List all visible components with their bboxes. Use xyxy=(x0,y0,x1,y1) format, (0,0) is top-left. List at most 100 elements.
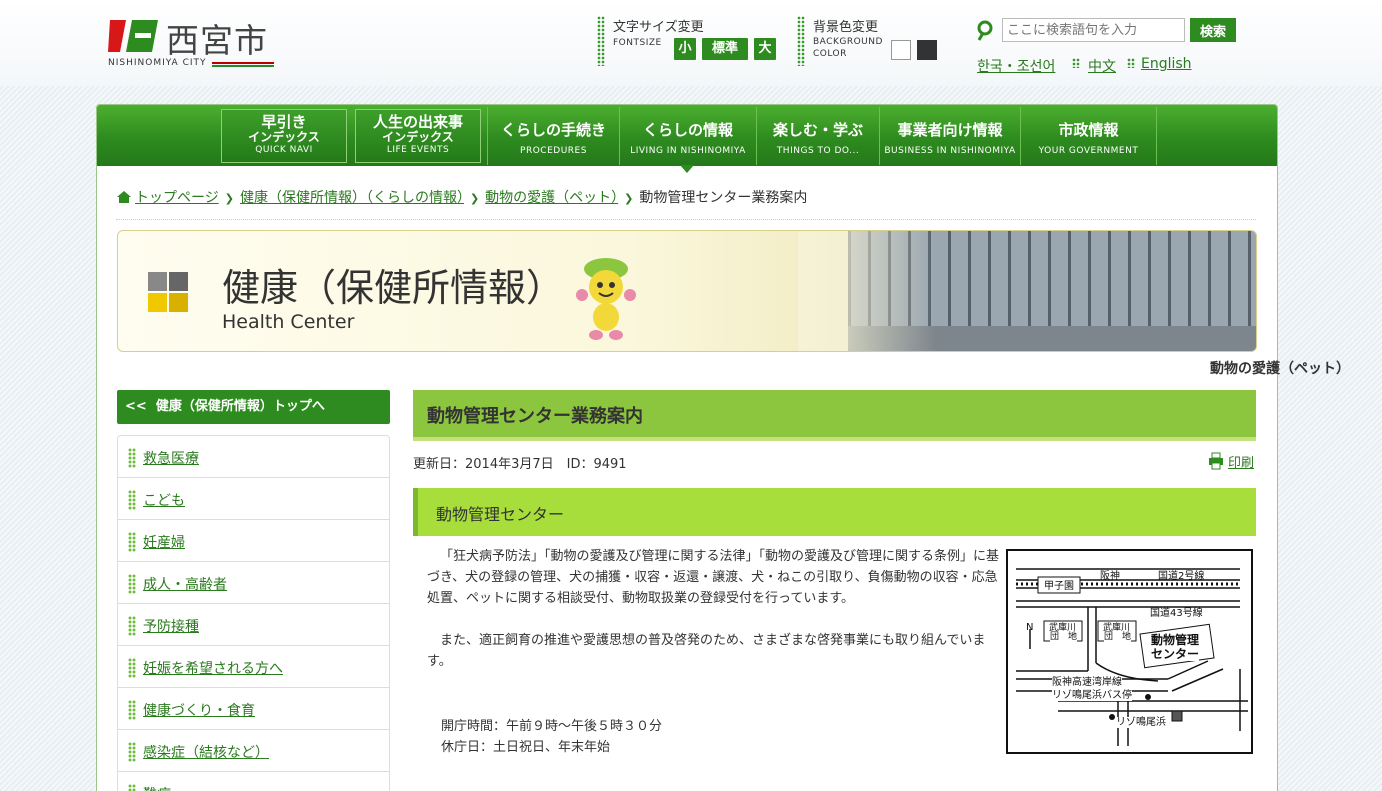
breadcrumb-home[interactable]: トップページ xyxy=(135,190,219,206)
nav-government-sub: YOUR GOVERNMENT xyxy=(1038,146,1139,156)
nav-living[interactable]: くらしの情報 LIVING IN NISHINOMIYA xyxy=(619,107,756,165)
mascot-icon xyxy=(576,258,636,340)
fontsize-large-button[interactable]: 大 xyxy=(754,38,776,60)
search-input[interactable] xyxy=(1002,18,1185,42)
breadcrumb: トップページ ❯ 健康（保健所情報）（くらしの情報） ❯ 動物の愛護（ペット） ❯ 動物管理… xyxy=(116,187,807,209)
bullet-icon xyxy=(128,616,136,636)
nav-quick-navi-label: 早引き xyxy=(261,113,307,131)
nav-living-label: くらしの情報 xyxy=(642,121,733,139)
bgcolor-sublabel-2: COLOR xyxy=(813,49,847,59)
sidebar-top-link[interactable]: << 健康（保健所情報）トップへ xyxy=(117,390,390,424)
nav-life-events[interactable]: 人生の出来事 インデックス LIFE EVENTS xyxy=(355,109,481,163)
lang-korean-link[interactable]: 한국・조선어 xyxy=(977,56,1055,76)
bullet-icon xyxy=(128,490,136,510)
sidebar-top-label: 健康（保健所情報）トップへ xyxy=(155,399,325,414)
fontsize-label: 文字サイズ変更 xyxy=(613,20,704,35)
fontsize-dots xyxy=(597,16,605,66)
nav-life-events-sub: LIFE EVENTS xyxy=(386,145,450,155)
sidebar-item-label[interactable]: 救急医療 xyxy=(143,448,199,468)
nav-procedures[interactable]: くらしの手続き PROCEDURES xyxy=(487,107,619,165)
map-hanshin: 阪神 xyxy=(1100,571,1120,582)
nav-government[interactable]: 市政情報 YOUR GOVERNMENT xyxy=(1020,107,1157,165)
double-chevron-left-icon: << xyxy=(125,399,147,414)
fontsize-small-button[interactable]: 小 xyxy=(674,38,696,60)
sidebar-item-label[interactable]: こども xyxy=(143,490,185,510)
bullet-icon xyxy=(128,658,136,678)
section-heading-bar: 動物管理センター xyxy=(413,488,1256,536)
map-rizo: リゾ鳴尾浜 xyxy=(1116,717,1166,728)
chevron-right-icon: ❯ xyxy=(624,192,634,205)
bg-white-button[interactable] xyxy=(891,40,911,60)
print-link[interactable]: 印刷 xyxy=(1228,452,1254,471)
sidebar-item-label[interactable]: 妊娠を希望される方へ xyxy=(143,658,283,678)
nav-government-label: 市政情報 xyxy=(1058,121,1119,139)
breadcrumb-health[interactable]: 健康（保健所情報）（くらしの情報） xyxy=(240,190,464,206)
sidebar-item-label[interactable]: 成人・高齢者 xyxy=(143,574,227,594)
nav-life-events-mid: インデックス xyxy=(382,130,454,144)
sidebar-item-adults[interactable]: 成人・高齢者 xyxy=(118,562,389,604)
banner-fade xyxy=(798,231,1256,351)
closed-days: 休庁日：土日祝日、年末年始 xyxy=(441,740,611,755)
lang-separator xyxy=(1072,58,1080,68)
printer-icon xyxy=(1209,452,1223,470)
health-category-icon xyxy=(148,272,188,312)
description-paragraph-2: また、適正飼育の推進や愛護思想の普及啓発のため、さまざまな啓発事業にも取り組んで… xyxy=(427,633,986,669)
office-hours: 開庁時間：午前９時～午後５時３０分 休庁日：土日祝日、年末年始 xyxy=(441,716,662,758)
logo-lines xyxy=(212,62,274,67)
nav-current-arrow xyxy=(680,165,694,173)
description-paragraph-1: 「狂犬病予防法」「動物の愛護及び管理に関する法律」「動物の愛護及び管理に関する条… xyxy=(427,549,1000,606)
sidebar-item-maternity[interactable]: 妊産婦 xyxy=(118,520,389,562)
nav-procedures-sub: PROCEDURES xyxy=(520,146,587,156)
sidebar-item-pregnancy-wish[interactable]: 妊娠を希望される方へ xyxy=(118,646,389,688)
nav-things-to-do-sub: THINGS TO DO... xyxy=(776,146,860,156)
fontsize-standard-button[interactable]: 標準 xyxy=(702,38,748,60)
map-center-label-2: センター xyxy=(1151,647,1200,661)
nav-things-to-do[interactable]: 楽しむ・学ぶ THINGS TO DO... xyxy=(756,107,879,165)
page-title-bar: 動物管理センター業務案内 xyxy=(413,390,1256,441)
bullet-icon xyxy=(128,448,136,468)
sidebar-item-health-food[interactable]: 健康づくり・食育 xyxy=(118,688,389,730)
city-logo[interactable]: 西宮市 NISHINOMIYA CITY xyxy=(106,16,276,72)
sidebar-item-label[interactable]: 感染症（結核など） xyxy=(143,742,269,762)
global-nav: 早引き インデックス QUICK NAVI 人生の出来事 インデックス LIFE… xyxy=(97,105,1277,166)
sidebar-item-children[interactable]: こども xyxy=(118,478,389,520)
map-route43: 国道43号線 xyxy=(1150,608,1203,619)
sidebar-item-emergency[interactable]: 救急医療 xyxy=(118,436,389,478)
sidebar-item-infection[interactable]: 感染症（結核など） xyxy=(118,730,389,772)
logo-text: 西宮市 xyxy=(166,21,268,60)
map-koshien: 甲子園 xyxy=(1044,581,1074,592)
bullet-icon xyxy=(128,574,136,594)
nav-procedures-label: くらしの手続き xyxy=(500,121,606,139)
lang-separator xyxy=(1127,58,1135,68)
nav-living-sub: LIVING IN NISHINOMIYA xyxy=(630,146,746,156)
breadcrumb-pets[interactable]: 動物の愛護（ペット） xyxy=(485,190,618,206)
breadcrumb-current: 動物管理センター業務案内 xyxy=(639,190,808,206)
sidebar-item-intractable[interactable]: 難病 xyxy=(118,772,389,791)
nav-things-to-do-label: 楽しむ・学ぶ xyxy=(772,121,863,139)
sidebar-item-label[interactable]: 健康づくり・食育 xyxy=(143,700,255,720)
lang-english-link[interactable]: English xyxy=(1141,56,1192,72)
nav-business[interactable]: 事業者向け情報 BUSINESS IN NISHINOMIYA xyxy=(879,107,1020,165)
bg-black-button[interactable] xyxy=(917,40,937,60)
map-danchi-1b: 団 地 xyxy=(1050,632,1078,643)
sidebar-item-label[interactable]: 予防接種 xyxy=(143,616,199,636)
bullet-icon xyxy=(128,700,136,720)
bgcolor-dots xyxy=(797,16,805,66)
fontsize-sublabel: FONTSIZE xyxy=(613,38,662,48)
bullet-icon xyxy=(128,784,136,791)
site-header: 西宮市 NISHINOMIYA CITY 文字サイズ変更 FONTSIZE 小 … xyxy=(0,0,1382,86)
nav-quick-navi[interactable]: 早引き インデックス QUICK NAVI xyxy=(221,109,347,163)
search-button[interactable]: 検索 xyxy=(1190,18,1236,42)
search-icon xyxy=(977,20,993,41)
sidebar-item-label[interactable]: 難病 xyxy=(143,784,171,791)
city-emblem-icon xyxy=(108,20,158,52)
lang-chinese-link[interactable]: 中文 xyxy=(1088,56,1116,76)
map-north: N xyxy=(1026,622,1034,633)
sidebar-item-label[interactable]: 妊産婦 xyxy=(143,532,185,552)
banner-category: 動物の愛護（ペット） xyxy=(1210,361,1350,377)
sidebar-item-vaccination[interactable]: 予防接種 xyxy=(118,604,389,646)
home-icon xyxy=(117,191,131,203)
banner-title: 健康（保健所情報） xyxy=(222,266,565,310)
map-danchi-2b: 団 地 xyxy=(1104,632,1132,643)
bgcolor-label: 背景色変更 xyxy=(813,20,879,35)
